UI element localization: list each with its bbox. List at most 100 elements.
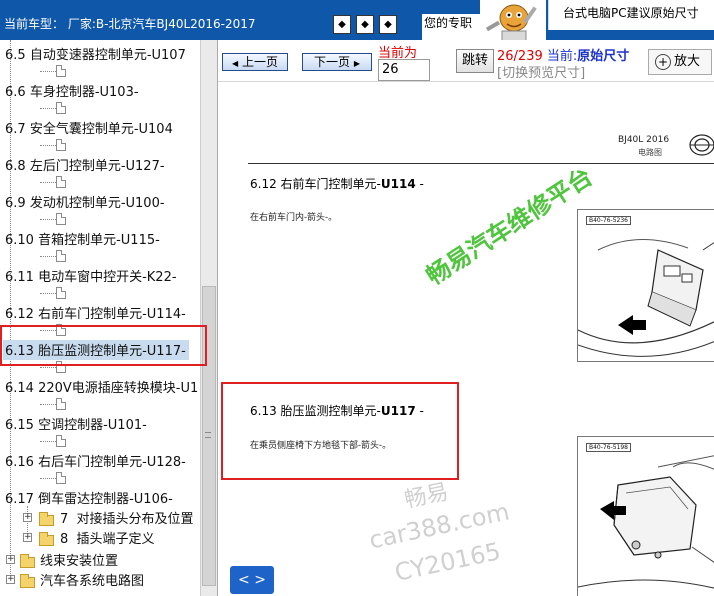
tree-item-num: 6.6 [5,85,26,100]
frame-center-button[interactable]: ◆ [356,15,374,34]
next-page-button[interactable]: 下一页 ▶ [302,53,372,71]
page-icon[interactable] [56,287,66,299]
tree-connector [40,293,56,294]
expand-icon[interactable]: + [23,513,32,522]
tree-folder-label: 线束安装位置 [40,554,119,569]
triangle-left-icon: ◀ [232,59,239,68]
folder-icon [39,532,54,546]
expand-icon[interactable]: + [6,575,15,584]
tree-item-num: 6.12 [5,307,34,322]
tree-folder-system-circuits[interactable]: 汽车各系统电路图 [40,570,144,590]
mascot-icon [480,0,546,42]
diamond-icon: ◆ [361,19,369,30]
figure-label: B40-76-5198 [586,443,631,452]
tree-item-6-8[interactable]: 6.8 左后门控制单元-U127- [5,155,165,175]
tree-folder-label: 对接插头分布及位置 [76,512,194,527]
tree-item-num: 6.15 [5,418,34,433]
tree-connector [40,478,56,479]
tree-item-6-14[interactable]: 6.14 220V电源插座转换模块-U1 [5,377,198,397]
toc-tree: 6.5 自动变速器控制单元-U107 6.6 车身控制器-U103- 6.7 安… [0,40,218,596]
folder-icon [20,554,35,568]
zoom-label: 放大 [674,54,701,69]
page-icon[interactable] [56,139,66,151]
expand-icon[interactable]: + [6,555,15,564]
page-icon[interactable] [56,435,66,447]
tree-item-6-5[interactable]: 6.5 自动变速器控制单元-U107 [5,44,186,64]
tree-item-6-12[interactable]: 6.12 右前车门控制单元-U114- [5,303,186,323]
page-icon[interactable] [56,176,66,188]
tree-item-num: 6.7 [5,122,26,137]
tree-item-label: 右后车门控制单元-U128- [38,455,186,470]
tree-item-label: 右前车门控制单元-U114- [38,307,186,322]
section-text-6-12: 在右前车门内-箭头-。 [250,213,338,223]
tree-item-6-7[interactable]: 6.7 安全气囊控制单元-U104 [5,118,173,138]
tree-connector [40,182,56,183]
tree-item-num: 6.14 [5,381,34,396]
tree-item-6-9[interactable]: 6.9 发动机控制单元-U100- [5,192,165,212]
section-highlight [221,382,459,480]
page-icon[interactable] [56,102,66,114]
tree-folder-num: 7 [60,512,69,527]
tree-item-num: 6.11 [5,270,34,285]
tree-item-6-10[interactable]: 6.10 音箱控制单元-U115- [5,229,160,249]
tree-item-label: 安全气囊控制单元-U104 [29,122,173,137]
tree-connector [40,219,56,220]
tree-item-num: 6.16 [5,455,34,470]
page-icon[interactable] [56,250,66,262]
frame-right-button[interactable]: ◆ [379,15,397,34]
tree-item-6-15[interactable]: 6.15 空调控制器-U101- [5,414,147,434]
diamond-icon: ◆ [384,19,392,30]
page-icon[interactable] [56,213,66,225]
expand-icon[interactable]: + [23,533,32,542]
figure-door-module: B40-76-5236 [577,209,714,362]
watermark-green: 畅易汽车维修平台 [421,162,598,291]
tree-connector [40,404,56,405]
folder-icon [39,512,54,526]
tree-folder-8[interactable]: 8 插头端子定义 [60,528,155,548]
page-icon[interactable] [56,65,66,77]
jump-button[interactable]: 跳转 [456,49,494,73]
tree-connector [40,441,56,442]
section-title-prefix: 6.12 右前车门控制单元- [250,177,381,191]
document-page: BJ40L 2016 电路图 6.12 右前车门控制单元-U114 - 在右前车… [218,82,714,596]
tree-item-6-11[interactable]: 6.11 电动车窗中控开关-K22- [5,266,177,286]
figure-tpms-module: B40-76-5198 [577,436,714,596]
tpms-module-illustration [578,455,714,589]
tree-item-label: 自动变速器控制单元-U107 [29,48,186,63]
tree-item-label: 左后门控制单元-U127- [29,159,165,174]
tree-connector [40,256,56,257]
tree-folder-num: 8 [60,532,69,547]
next-page-label: 下一页 [314,55,351,69]
tree-connector [40,108,56,109]
tree-item-6-17[interactable]: 6.17 倒车雷达控制器-U106- [5,488,173,508]
tree-scrollbar[interactable] [200,40,217,596]
page-icon[interactable] [56,398,66,410]
section-title-code: U114 [380,177,416,191]
tree-folder-7[interactable]: 7 对接插头分布及位置 [60,508,194,528]
tree-item-label: 音箱控制单元-U115- [38,233,160,248]
doc-model: BJ40L 2016 [618,135,670,145]
tree-item-6-6[interactable]: 6.6 车身控制器-U103- [5,81,139,101]
tree-folder-harness-location[interactable]: 线束安装位置 [40,550,118,570]
page-number-input[interactable]: 26 [378,59,430,81]
tree-item-label: 倒车雷达控制器-U106- [38,492,173,507]
tree-item-label: 电动车窗中控开关-K22- [38,270,177,285]
recommendation-banner: 台式电脑PC建议原始尺寸 [548,0,714,30]
tree-item-label: 发动机控制单元-U100- [29,196,165,211]
switch-size-link[interactable]: [切换预览尺寸] [497,62,585,81]
tree-folder-label: 汽车各系统电路图 [40,574,145,589]
section-title-suffix: - [415,177,424,191]
brand-logo-icon [689,134,714,156]
frame-left-button[interactable]: ◆ [333,15,351,34]
selection-highlight [0,325,207,366]
tree-item-num: 6.17 [5,492,34,507]
zoom-in-button[interactable]: + 放大 [648,49,712,75]
door-module-illustration [578,239,714,357]
page-icon[interactable] [56,472,66,484]
top-bar: 当前车型： 厂家:B-北京汽车BJ40L2016-2017 ◆ ◆ ◆ 您的专职… [0,0,714,42]
page-arrows-button[interactable]: < > [230,566,274,594]
tree-item-6-16[interactable]: 6.16 右后车门控制单元-U128- [5,451,186,471]
header-rule [248,163,714,164]
tree-item-num: 6.8 [5,159,26,174]
prev-page-button[interactable]: ◀ 上一页 [222,53,288,71]
